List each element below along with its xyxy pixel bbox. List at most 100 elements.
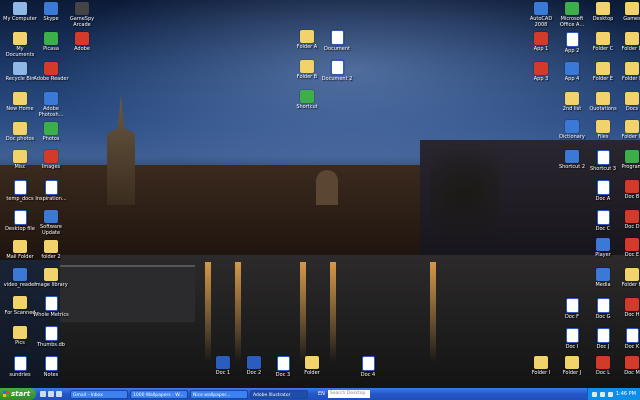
doc-icon (13, 180, 27, 195)
clock[interactable]: 1:46 PM (616, 391, 636, 397)
desktop-icon[interactable]: Program (614, 150, 640, 170)
folder-icon (44, 240, 58, 253)
red-icon (596, 356, 610, 369)
red-icon (625, 356, 639, 369)
desktop-icon[interactable]: Adobe (64, 32, 100, 52)
desktop-icon[interactable]: Photos (33, 122, 69, 142)
desktop-icon-label: folder 2 (41, 254, 61, 260)
desktop-icon[interactable]: Folder G (614, 120, 640, 140)
desktop-icon[interactable]: Folder F (614, 62, 640, 82)
blue-icon (565, 150, 579, 163)
desktop-icon[interactable]: Doc M (614, 356, 640, 376)
desktop-icon[interactable]: Inspiration... (33, 180, 69, 202)
taskbar-button[interactable]: 1000 Wallpapers - W... (130, 389, 188, 399)
red-icon (534, 32, 548, 45)
desktop-icon[interactable]: Thumbs.db (33, 326, 69, 348)
desktop-icon-label: Doc K (624, 344, 640, 350)
start-button[interactable]: start (0, 388, 36, 400)
doc-icon (596, 298, 610, 313)
desktop-icon[interactable]: Doc D (614, 210, 640, 230)
taskbar-button[interactable]: Adobe Illustrator (250, 389, 308, 399)
desktop-icon-label: Games (623, 16, 640, 22)
red-icon (625, 210, 639, 223)
wallpaper-light-reflection (330, 262, 336, 362)
folder-icon (596, 92, 610, 105)
desktop-icon[interactable]: Doc H (614, 298, 640, 318)
wallpaper-light-reflection (235, 262, 241, 362)
desktop-icon-label: Docs (625, 106, 639, 112)
volume-icon[interactable] (599, 391, 605, 397)
desktop-icon-label: Doc H (624, 312, 640, 318)
desktop-icon-label: Thumbs.db (37, 342, 65, 348)
desktop-icon[interactable]: Folder H (614, 268, 640, 288)
folder-icon (565, 356, 579, 369)
desktop-icon-label: Doc 4 (360, 372, 376, 378)
doc-icon (44, 296, 58, 311)
folder-icon (13, 240, 27, 253)
desktop-icon[interactable]: Adobe Reader (33, 62, 69, 82)
desktop-icon-label: Doc E (624, 252, 640, 258)
red-icon (625, 298, 639, 311)
desktop-icon[interactable]: Shortcut (289, 90, 325, 110)
blue-icon (596, 268, 610, 281)
dark-icon (75, 2, 89, 15)
desktop-icon-label: GameSpy Arcade (69, 16, 95, 28)
desktop-icon[interactable]: Whole Metrics (33, 296, 69, 318)
start-label: start (11, 390, 31, 398)
antivirus-icon[interactable] (607, 391, 613, 397)
folder-icon (625, 62, 639, 75)
network-icon[interactable] (591, 391, 597, 397)
desktop-icon[interactable]: Adobe Photosh... (33, 92, 69, 118)
show-desktop-icon[interactable] (40, 391, 46, 397)
folder-icon (565, 92, 579, 105)
blue-icon (596, 238, 610, 251)
desktop-icon[interactable]: Document 2 (319, 60, 355, 82)
desktop[interactable]: My Computer Skype GameSpy Arcade My Documen… (0, 0, 640, 388)
desktop-icon[interactable]: Doc E (614, 238, 640, 258)
desktop-icon[interactable]: GameSpy Arcade (64, 2, 100, 28)
wallpaper-light-reflection (205, 262, 211, 362)
desktop-icon[interactable]: Doc K (614, 328, 640, 350)
doc-icon (276, 356, 290, 371)
doc-icon (13, 356, 27, 371)
desktop-icon-label: Software Update (39, 224, 63, 236)
desktop-icon[interactable]: Document (319, 30, 355, 52)
desktop-icon[interactable]: Doc B (614, 180, 640, 200)
doc-icon (44, 326, 58, 341)
desktop-icon[interactable]: Games (614, 2, 640, 22)
wallpaper-light-reflection (430, 262, 436, 362)
folder-icon (300, 30, 314, 43)
folder-icon (625, 268, 639, 281)
desktop-icon[interactable]: Doc 4 (350, 356, 386, 378)
blue-icon (565, 120, 579, 133)
desktop-icon[interactable]: Notes (33, 356, 69, 378)
desktop-icon[interactable]: Image library (33, 268, 69, 288)
red-icon (75, 32, 89, 45)
folder-icon (596, 120, 610, 133)
desktop-search-input[interactable]: Search Desktop (327, 390, 370, 398)
taskbar-button[interactable]: Gmail - Inbox (70, 389, 128, 399)
green-icon (44, 32, 58, 45)
desktop-icon-label: Photos (42, 136, 60, 142)
desktop-icon-label: Shortcut (296, 104, 318, 110)
desktop-icon[interactable]: folder 2 (33, 240, 69, 260)
desktop-icon[interactable]: Images (33, 150, 69, 170)
desktop-icon-label: Doc D (624, 224, 640, 230)
doc-icon (330, 30, 344, 45)
desktop-icon[interactable]: Docs (614, 92, 640, 112)
desktop-icon-label: Folder D (621, 46, 640, 52)
doc-icon (596, 328, 610, 343)
taskbar-button[interactable]: Nice wallpaper... (190, 389, 248, 399)
word-icon (216, 356, 230, 369)
desktop-icon-label: Notes (43, 372, 59, 378)
media-player-icon[interactable] (56, 391, 62, 397)
computer-icon (13, 2, 27, 15)
red-icon (44, 62, 58, 75)
desktop-icon[interactable]: Folder D (614, 32, 640, 52)
folder-icon (596, 62, 610, 75)
language-indicator[interactable]: EN (318, 391, 325, 397)
desktop-icon-label: Doc B (624, 194, 640, 200)
browser-icon[interactable] (48, 391, 54, 397)
desktop-icon[interactable]: Folder (294, 356, 330, 376)
desktop-icon[interactable]: Software Update (33, 210, 69, 236)
